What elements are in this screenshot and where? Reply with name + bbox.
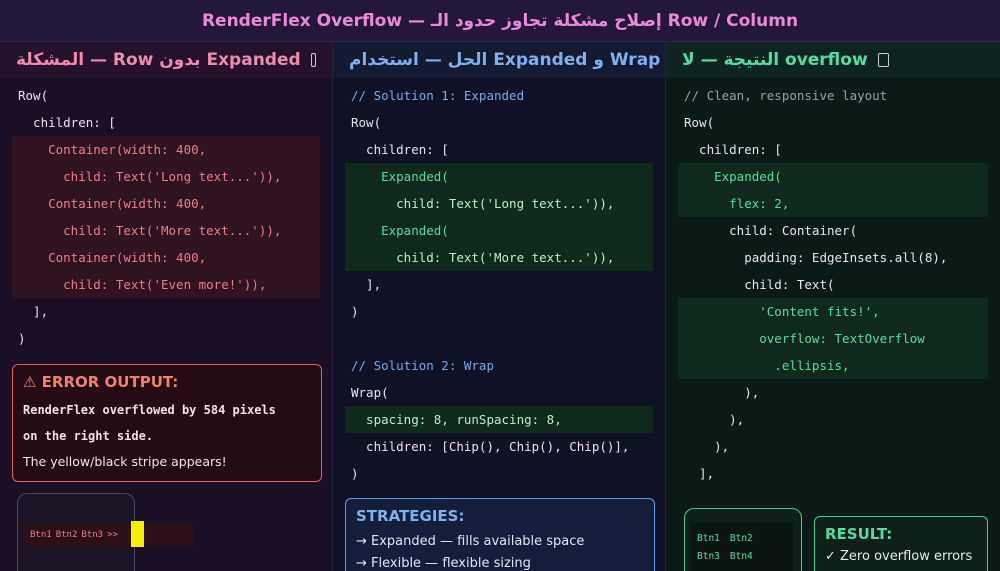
error-title: ⚠ ERROR OUTPUT:: [23, 373, 179, 391]
code-line: Container(width: 400,: [12, 244, 320, 271]
overflow-stripe: [131, 521, 144, 547]
problem-column: المشكلة — Row بدون Expanded Row( childre…: [0, 42, 333, 571]
solution-code-block: // Solution 1: Expanded Row( children: […: [333, 78, 665, 487]
phone-button-label: Btn3: [697, 551, 720, 562]
code-line: // Solution 2: Wrap: [351, 358, 494, 373]
code-line: children: [Chip(), Chip(), Chip()],: [351, 439, 630, 454]
phone-button-label: Btn4: [729, 551, 753, 562]
code-line: children: [: [684, 142, 782, 157]
result-title: RESULT:: [825, 525, 893, 543]
code-line: // Clean, responsive layout: [684, 88, 888, 103]
phone-button-label: Btn1: [697, 533, 720, 544]
solution-column: الحل — استخدام Expanded و Wrap // Soluti…: [333, 42, 666, 571]
code-line: 'Content fits!',: [678, 298, 988, 325]
code-line: Container(width: 400,: [12, 136, 320, 163]
fixed-phone-mockup: Btn1 Btn2 Btn3 Btn4: [684, 508, 802, 571]
code-line: Expanded(: [678, 163, 988, 190]
code-line: ),: [684, 439, 730, 454]
result-header-label: النتيجة — لا overflow: [682, 50, 868, 70]
top-banner: RenderFlex Overflow — إصلاح مشكلة تجاوز …: [0, 0, 1000, 42]
phone-button-label: Btn2: [729, 533, 753, 544]
banner-title: RenderFlex Overflow — إصلاح مشكلة تجاوز …: [201, 10, 799, 31]
code-line: ],: [351, 277, 382, 292]
code-line: Row(: [684, 115, 715, 130]
code-line: Expanded(: [345, 217, 653, 244]
code-line: child: Container(: [684, 223, 858, 238]
code-line: // Solution 1: Expanded: [351, 88, 525, 103]
code-line: Expanded(: [345, 163, 653, 190]
strategies-title: STRATEGIES:: [356, 507, 465, 525]
code-line: ),: [684, 412, 745, 427]
code-line: children: [: [18, 115, 116, 130]
code-line: child: Text('Long text...')),: [12, 163, 320, 190]
code-line: ): [351, 466, 359, 481]
result-item: ✓ Zero overflow errors: [825, 549, 973, 564]
strategies-box: STRATEGIES: → Expanded — fills available…: [345, 498, 655, 571]
code-line: spacing: 8, runSpacing: 8,: [345, 406, 653, 433]
code-line: children: [: [351, 142, 449, 157]
result-box: RESULT: ✓ Zero overflow errors: [814, 516, 988, 571]
code-line: overflow: TextOverflow: [678, 325, 988, 352]
problem-header: المشكلة — Row بدون Expanded: [0, 42, 332, 78]
problem-code-block: Row( children: [ Container(width: 400, c…: [0, 78, 332, 352]
code-line: ],: [684, 466, 715, 481]
error-line: RenderFlex overflowed by 584 pixels: [23, 403, 276, 417]
code-line: ): [351, 304, 359, 319]
code-line: child: Text('More text...')),: [345, 244, 653, 271]
error-line: The yellow/black stripe appears!: [23, 454, 227, 469]
result-header: النتيجة — لا overflow: [666, 42, 1000, 78]
code-line: padding: EdgeInsets.all(8),: [684, 250, 948, 265]
code-line: ): [18, 331, 26, 346]
code-line: flex: 2,: [678, 190, 988, 217]
clipboard-icon: [310, 53, 316, 67]
phone-button-label: Btn1: [30, 530, 52, 540]
problem-header-label: المشكلة — Row بدون Expanded: [16, 50, 301, 70]
code-line: child: Text('Even more!')),: [12, 271, 320, 298]
code-line: Row(: [351, 115, 382, 130]
code-line: Row(: [18, 88, 49, 103]
code-line: child: Text('More text...')),: [12, 217, 320, 244]
code-line: Container(width: 400,: [12, 190, 320, 217]
phone-button-label: Btn2: [55, 530, 78, 540]
strategy-item: → Expanded — fills available space: [356, 534, 585, 549]
overflow-button-row: Btn1 Btn2 Btn3 >>: [24, 524, 194, 546]
code-line: child: Text('Long text...')),: [345, 190, 653, 217]
code-line: ),: [684, 385, 760, 400]
phone-screen: Btn1 Btn2 Btn3 Btn4: [691, 523, 793, 571]
phone-button-label: Btn3: [81, 530, 104, 540]
phone-button-label: >>: [107, 530, 118, 540]
solution-header-label: الحل — استخدام Expanded و Wrap: [349, 50, 661, 70]
result-column: النتيجة — لا overflow // Clean, responsi…: [666, 42, 1000, 571]
strategy-item: → Flexible — flexible sizing: [356, 556, 531, 571]
result-code-block: // Clean, responsive layout Row( childre…: [666, 78, 1000, 487]
error-line: on the right side.: [23, 429, 154, 443]
code-line: .ellipsis,: [678, 352, 988, 379]
solution-header: الحل — استخدام Expanded و Wrap: [333, 42, 665, 78]
code-line: ],: [18, 304, 49, 319]
clipboard-icon: [877, 53, 889, 67]
error-output-box: ⚠ ERROR OUTPUT: RenderFlex overflowed by…: [12, 364, 322, 482]
code-line: child: Text(: [684, 277, 835, 292]
code-line: Wrap(: [351, 385, 389, 400]
